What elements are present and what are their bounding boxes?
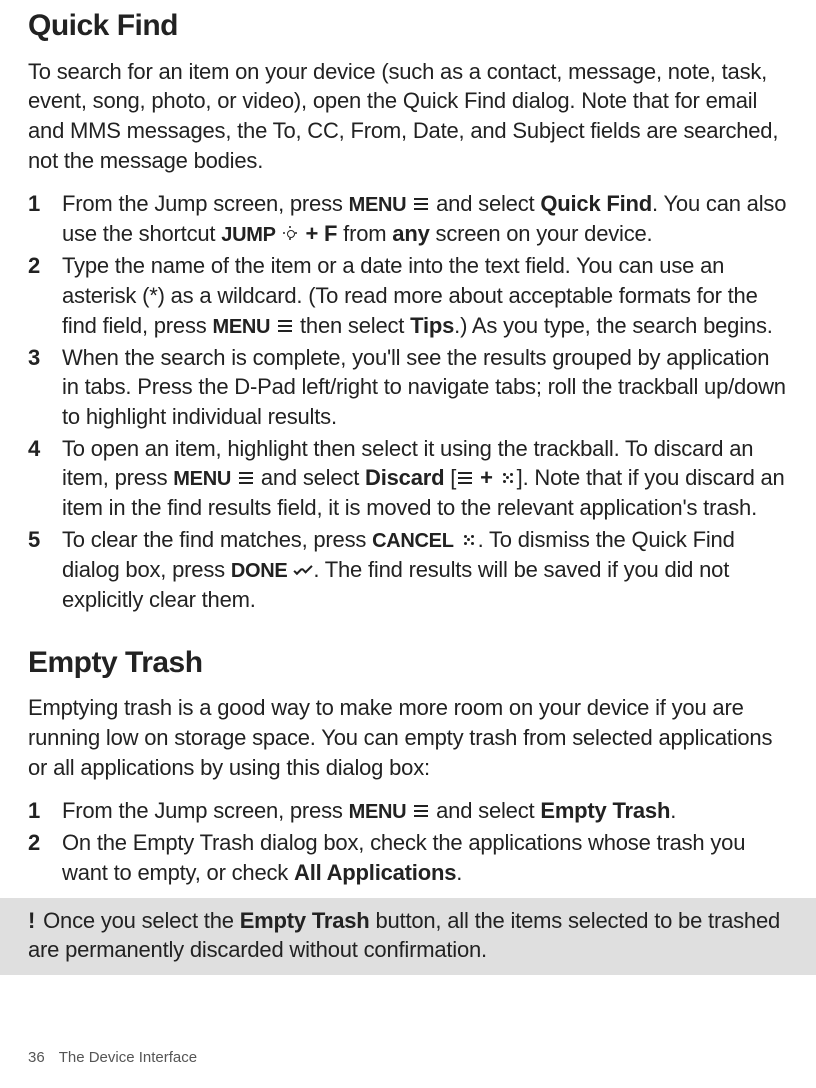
step-number: 5 (28, 525, 62, 615)
any-label: any (392, 221, 429, 246)
done-label: DONE (231, 560, 288, 582)
text: and select (255, 465, 365, 490)
text: Once you select the (43, 908, 240, 933)
text: . (670, 798, 676, 823)
list-item: 1 From the Jump screen, press MENU and s… (28, 796, 788, 826)
jump-label: JUMP (221, 224, 275, 246)
text: From the Jump screen, press (62, 798, 349, 823)
text: . (456, 860, 462, 885)
step-body: When the search is complete, you'll see … (62, 343, 788, 432)
discard-label: Discard (365, 465, 444, 490)
section-heading-quick-find: Quick Find (28, 6, 788, 47)
step-number: 4 (28, 434, 62, 523)
empty-trash-label: Empty Trash (540, 798, 670, 823)
text: screen on your device. (430, 221, 653, 246)
list-item: 1 From the Jump screen, press MENU and s… (28, 189, 788, 249)
text: From the Jump screen, press (62, 191, 349, 216)
text: [ (444, 465, 456, 490)
text: .) As you type, the search begins. (454, 313, 773, 338)
step-number: 1 (28, 796, 62, 826)
step-number: 2 (28, 251, 62, 340)
menu-icon (237, 469, 255, 487)
list-item: 2 Type the name of the item or a date in… (28, 251, 788, 340)
warning-bang: ! (28, 908, 35, 933)
step-body: Type the name of the item or a date into… (62, 251, 788, 340)
list-item: 4 To open an item, highlight then select… (28, 434, 788, 523)
jump-icon (282, 225, 300, 243)
menu-label: MENU (212, 316, 270, 338)
list-item: 2 On the Empty Trash dialog box, check t… (28, 828, 788, 887)
text: To clear the find matches, press (62, 527, 372, 552)
tips-label: Tips (410, 313, 454, 338)
quick-find-steps: 1 From the Jump screen, press MENU and s… (28, 189, 788, 615)
step-number: 3 (28, 343, 62, 432)
step-body: From the Jump screen, press MENU and sel… (62, 796, 788, 826)
list-item: 3 When the search is complete, you'll se… (28, 343, 788, 432)
menu-icon (412, 195, 430, 213)
menu-label: MENU (349, 801, 407, 823)
page-number: 36 (28, 1049, 45, 1066)
plus-f: + F (300, 221, 338, 246)
step-body: On the Empty Trash dialog box, check the… (62, 828, 788, 887)
step-number: 2 (28, 828, 62, 887)
footer-title: The Device Interface (59, 1049, 197, 1066)
list-item: 5 To clear the find matches, press CANCE… (28, 525, 788, 615)
menu-label: MENU (173, 468, 231, 490)
step-body: To clear the find matches, press CANCEL … (62, 525, 788, 615)
text: and select (430, 798, 540, 823)
plus: + (474, 465, 498, 490)
text: from (337, 221, 392, 246)
menu-label: MENU (349, 194, 407, 216)
done-icon (293, 561, 313, 579)
cancel-icon (460, 531, 478, 549)
cancel-label: CANCEL (372, 530, 454, 552)
menu-icon (412, 802, 430, 820)
warning-box: !Once you select the Empty Trash button,… (0, 898, 816, 975)
section-heading-empty-trash: Empty Trash (28, 643, 788, 684)
empty-trash-steps: 1 From the Jump screen, press MENU and s… (28, 796, 788, 887)
text: then select (294, 313, 410, 338)
step-body: From the Jump screen, press MENU and sel… (62, 189, 788, 249)
text: and select (430, 191, 540, 216)
cancel-icon (499, 469, 517, 487)
menu-icon (456, 469, 474, 487)
step-body: To open an item, highlight then select i… (62, 434, 788, 523)
quick-find-label: Quick Find (540, 191, 652, 216)
page-footer: 36 The Device Interface (28, 1048, 197, 1068)
empty-trash-intro: Emptying trash is a good way to make mor… (28, 693, 788, 782)
all-applications-label: All Applications (294, 860, 456, 885)
quick-find-intro: To search for an item on your device (su… (28, 57, 788, 176)
menu-icon (276, 317, 294, 335)
empty-trash-label: Empty Trash (240, 908, 370, 933)
step-number: 1 (28, 189, 62, 249)
